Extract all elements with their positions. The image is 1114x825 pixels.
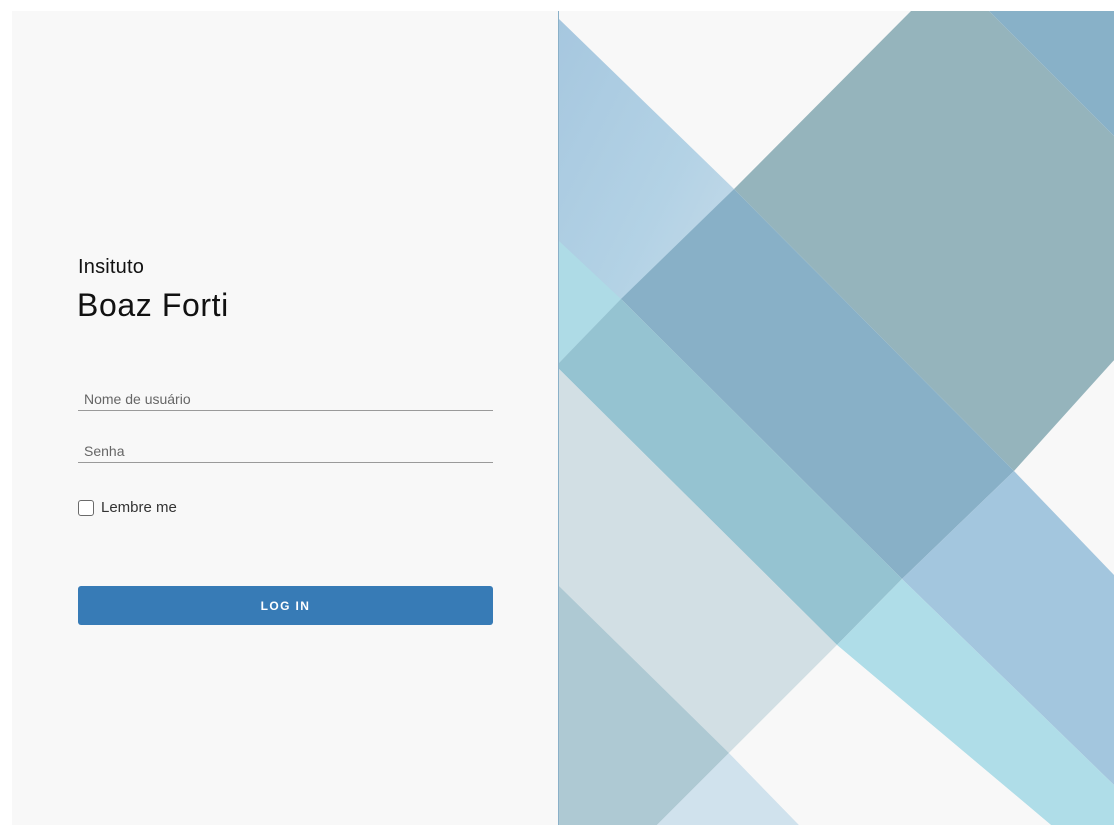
login-panel: Insituto Boaz Forti Lembre me LOG IN bbox=[12, 11, 558, 825]
username-input[interactable] bbox=[78, 387, 493, 411]
remember-me-label: Lembre me bbox=[101, 499, 177, 516]
password-input[interactable] bbox=[78, 439, 493, 463]
remember-me-checkbox[interactable] bbox=[78, 499, 94, 516]
login-button[interactable]: LOG IN bbox=[78, 586, 493, 625]
brand-title: Boaz Forti bbox=[77, 287, 229, 323]
brand-subtitle: Insituto bbox=[78, 256, 145, 278]
remember-me-option[interactable]: Lembre me bbox=[78, 499, 177, 516]
decorative-pattern bbox=[558, 11, 1114, 825]
login-page: Insituto Boaz Forti Lembre me LOG IN bbox=[12, 11, 1114, 825]
geometric-background bbox=[559, 11, 1114, 825]
